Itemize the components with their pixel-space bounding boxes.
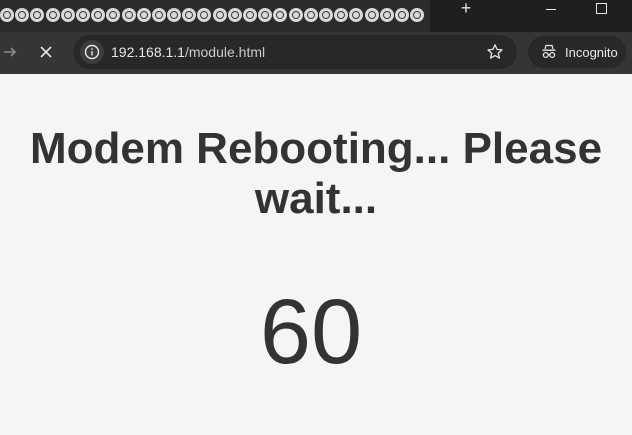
close-icon bbox=[40, 46, 52, 58]
tab-favicon-icon bbox=[349, 8, 364, 22]
tab-strip: + bbox=[0, 0, 632, 32]
tab-favicon-icon bbox=[212, 8, 227, 22]
minimize-button[interactable] bbox=[532, 0, 572, 20]
url-path: /module.html bbox=[184, 44, 266, 60]
tab-favicon-icon bbox=[121, 8, 136, 22]
tab-favicon-icon bbox=[303, 8, 318, 22]
incognito-indicator[interactable]: Incognito bbox=[528, 36, 626, 68]
stop-loading-button[interactable] bbox=[32, 38, 60, 66]
tab-favicon-icon bbox=[243, 8, 257, 22]
tab-favicon-icon bbox=[258, 8, 273, 22]
tab-favicon-icon bbox=[197, 8, 212, 22]
maximize-button[interactable] bbox=[582, 0, 622, 20]
tab-favicon-icon bbox=[288, 8, 303, 22]
tab-favicon-icon bbox=[410, 8, 425, 22]
browser-toolbar: 192.168.1.1/module.html Incognito bbox=[0, 32, 632, 74]
maximize-icon bbox=[596, 3, 607, 14]
address-bar[interactable]: 192.168.1.1/module.html bbox=[73, 35, 517, 69]
star-icon bbox=[487, 44, 503, 59]
url-host: 192.168.1.1 bbox=[111, 44, 185, 60]
new-tab-button[interactable]: + bbox=[456, 0, 476, 20]
tab-favicon-icon bbox=[364, 8, 379, 22]
forward-button[interactable] bbox=[0, 38, 24, 66]
bookmark-button[interactable] bbox=[484, 41, 506, 63]
tab-favicon-icon bbox=[167, 8, 182, 22]
tab-favicon-icon bbox=[151, 8, 166, 22]
tab-favicon-row bbox=[0, 8, 425, 24]
tab-favicon-icon bbox=[45, 8, 60, 22]
page-title: Modem Rebooting... Please wait... bbox=[29, 124, 603, 223]
countdown-timer: 60 bbox=[259, 281, 363, 383]
tab-favicon-icon bbox=[182, 8, 197, 22]
tab-favicon-icon bbox=[15, 8, 30, 22]
tab-favicon-icon bbox=[75, 8, 90, 22]
incognito-label: Incognito bbox=[565, 44, 618, 60]
tab-favicon-icon bbox=[30, 8, 45, 22]
tab-favicon-icon bbox=[106, 8, 121, 22]
minimize-icon bbox=[546, 9, 556, 10]
tab-favicon-icon bbox=[273, 8, 288, 22]
tab-favicon-icon bbox=[91, 8, 106, 22]
tab-favicon-icon bbox=[0, 8, 14, 22]
tab-favicon-icon bbox=[227, 8, 242, 22]
url-text[interactable]: 192.168.1.1/module.html bbox=[111, 44, 265, 60]
tab-favicon-icon bbox=[60, 8, 75, 22]
tab-favicon-icon bbox=[318, 8, 333, 22]
tab-favicon-icon bbox=[394, 8, 409, 22]
tab-favicon-icon bbox=[136, 8, 151, 22]
plus-icon: + bbox=[460, 0, 472, 18]
tab-favicon-icon bbox=[334, 8, 349, 22]
active-tab[interactable] bbox=[0, 0, 430, 32]
incognito-icon bbox=[542, 44, 556, 59]
tab-favicon-icon bbox=[379, 8, 394, 22]
arrow-right-icon bbox=[4, 47, 17, 57]
site-info-button[interactable] bbox=[80, 40, 104, 64]
info-icon bbox=[84, 44, 100, 60]
